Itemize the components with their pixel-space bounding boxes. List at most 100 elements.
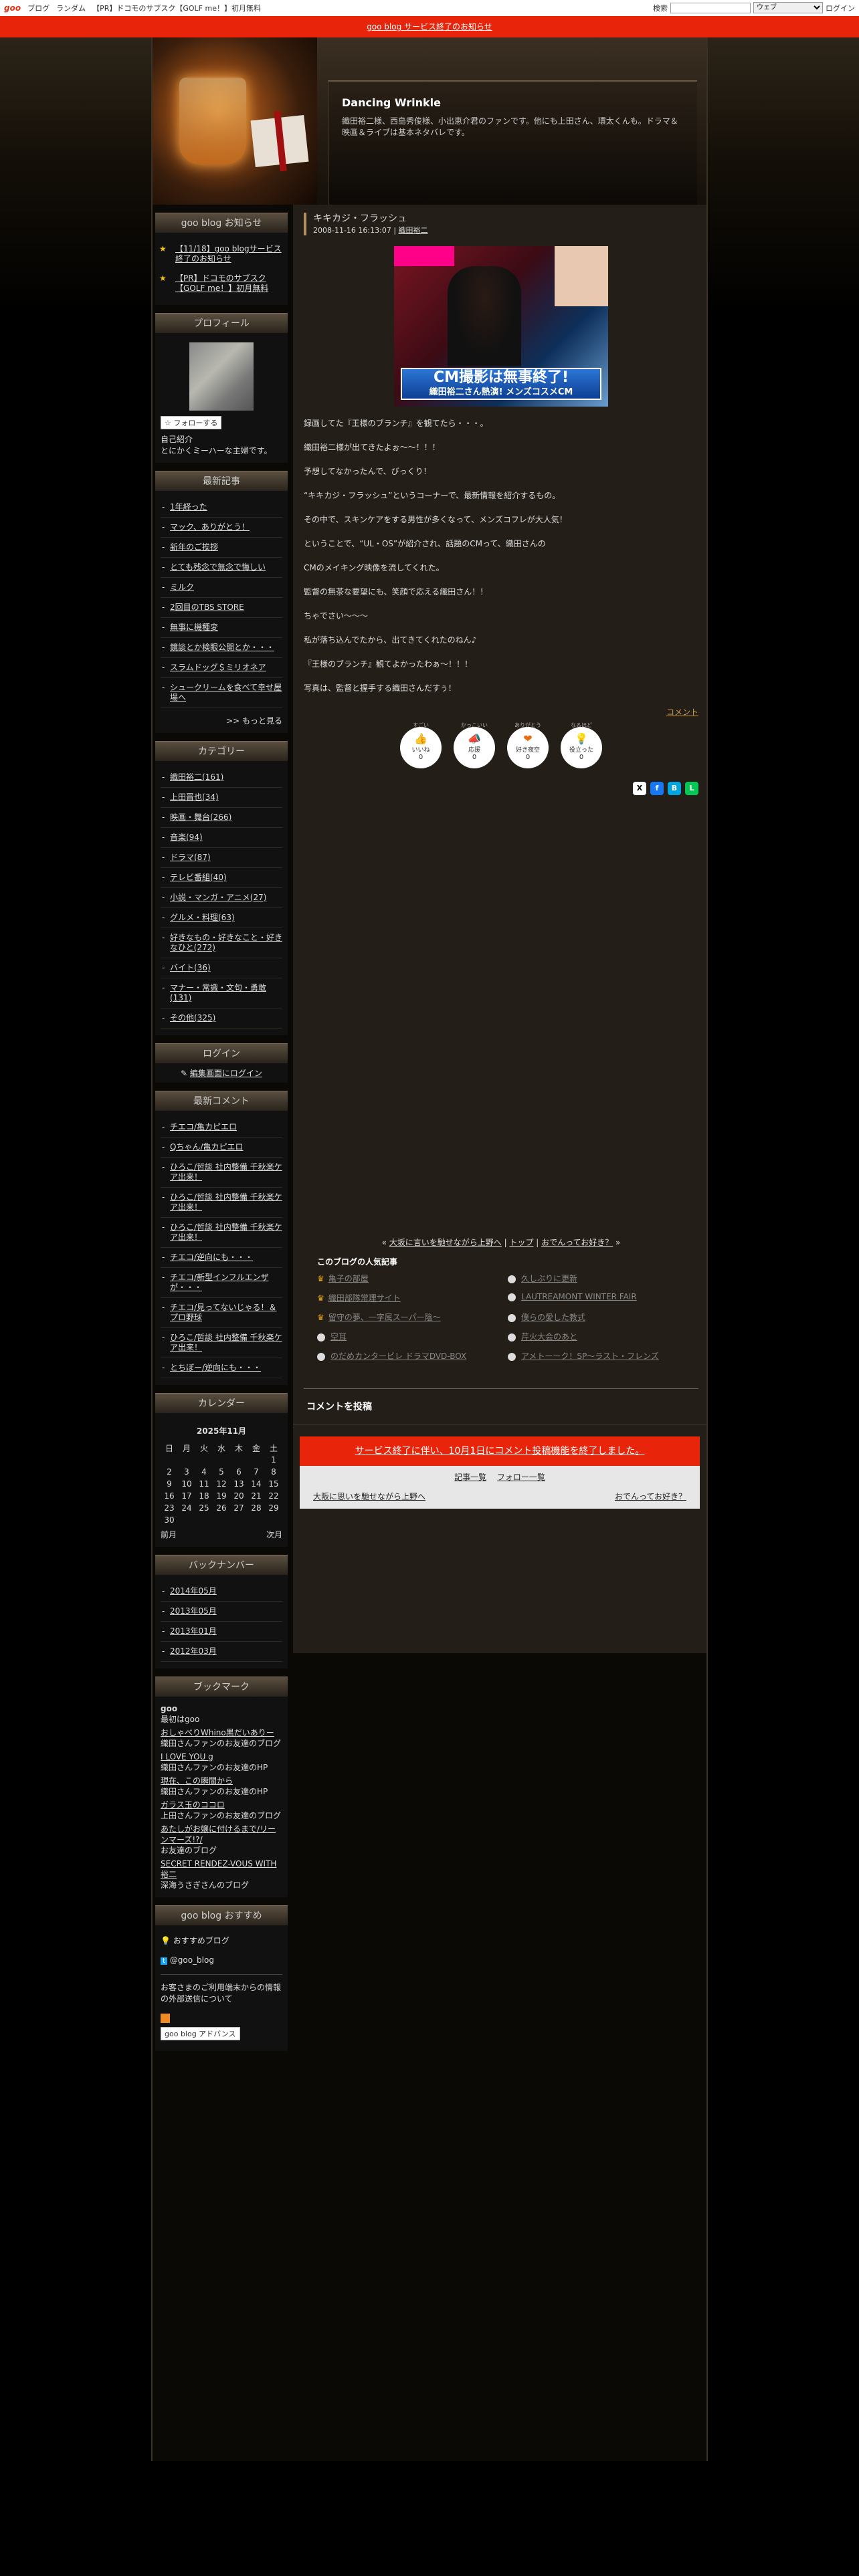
entry-photo[interactable]: CM撮影は無事終了! 織田裕二さん熱演! メンズコスメCM xyxy=(394,246,608,407)
latest-comment-link[interactable]: Qちゃん/亀カピエロ xyxy=(170,1142,244,1152)
recent-entry-link[interactable]: 1年経った xyxy=(170,502,207,512)
x-share-icon[interactable]: X xyxy=(633,782,646,795)
bookmark-link[interactable]: SECRET RENDEZ-VOUS WITH 裕二 xyxy=(161,1858,282,1880)
news-link[interactable]: 【11/18】goo blogサービス終了のお知らせ xyxy=(175,244,282,263)
prev-entry-link[interactable]: 大坂に言いを馳せながら上野へ xyxy=(389,1238,502,1247)
rss-icon[interactable] xyxy=(161,2014,170,2023)
avatar[interactable] xyxy=(189,342,254,411)
follow-button[interactable]: ☆ フォローする xyxy=(161,416,222,429)
latest-comment-link[interactable]: ひろこ/哲談 社内整備 千秋楽ケア出来！ xyxy=(170,1222,282,1242)
category-link[interactable]: 好きなもの・好きなこと・好きなひと(272) xyxy=(170,933,282,952)
blog-title[interactable]: Dancing Wrinkle xyxy=(342,96,684,109)
recent-entry-link[interactable]: 2回目のTBS STORE xyxy=(170,603,244,612)
recent-entry-link[interactable]: シュークリームを食べて幸せ屋場へ xyxy=(170,683,282,702)
recent-entry-link[interactable]: とても残念で無念で悔しい xyxy=(170,562,266,572)
recommended-blog-link[interactable]: おすすめブログ xyxy=(173,1936,229,1945)
category-link[interactable]: テレビ番組(40) xyxy=(170,873,227,882)
comment-link[interactable]: コメント xyxy=(666,708,698,717)
bookmark-link[interactable]: 現在、この瞬間から xyxy=(161,1776,282,1786)
advance-badge[interactable]: goo blog アドバンス xyxy=(161,2027,240,2040)
popular-link[interactable]: 空耳 xyxy=(330,1332,347,1341)
latest-comment-link[interactable]: ひろこ/哲談 社内整備 千秋楽ケア出来！ xyxy=(170,1333,282,1352)
backnumber-link[interactable]: 2014年05月 xyxy=(170,1586,217,1596)
comment-closed-link[interactable]: サービス終了に伴い、10月1日にコメント投稿機能を終了しました。 xyxy=(355,1446,645,1457)
recent-entry-link[interactable]: 鏡談とか検眼公開とか・・・ xyxy=(170,643,274,652)
calendar-day xyxy=(248,1454,265,1466)
popular-link[interactable]: LAUTREAMONT WINTER FAIR xyxy=(521,1292,637,1301)
service-end-notice-link[interactable]: goo blog サービス終了のお知らせ xyxy=(367,22,492,31)
bookmark-link[interactable]: あたしがお嬢に付けるまで/リーンマーズ!?/ xyxy=(161,1824,282,1845)
category-link[interactable]: 映画・舞台(266) xyxy=(170,813,231,822)
latest-comment-link[interactable]: チエコ/新型インフルエンザが・・・ xyxy=(170,1273,269,1292)
category-link[interactable]: 上田晋也(34) xyxy=(170,792,219,802)
backnumber-link[interactable]: 2013年01月 xyxy=(170,1626,217,1636)
latest-comment-link[interactable]: チエコ/亀カピエロ xyxy=(170,1122,237,1132)
bookmark-link[interactable]: ガラス玉のココロ xyxy=(161,1800,282,1810)
entry-paragraph: 『王様のブランチ』観てよかったわぁ～！！！ xyxy=(304,659,473,669)
popular-link[interactable]: 留守の夢、一字属スーパー陰～ xyxy=(328,1313,441,1322)
category-link[interactable]: バイト(36) xyxy=(170,963,211,972)
popular-link[interactable]: 僕らの愛した教式 xyxy=(521,1313,585,1322)
top-nav-link[interactable]: 【PR】ドコモのサブスク【GOLF me！】初月無料 xyxy=(92,4,261,13)
login-link[interactable]: ログイン xyxy=(826,3,855,13)
backnumber-link[interactable]: 2012年03月 xyxy=(170,1646,217,1656)
latest-comment-link[interactable]: とちぼー/逆向にも・・・ xyxy=(170,1363,261,1372)
latest-comment-link[interactable]: チエコ/逆向にも・・・ xyxy=(170,1253,253,1262)
bullet-icon xyxy=(508,1313,516,1322)
recent-entry-link[interactable]: スラムドッグ＄ミリオネア xyxy=(170,663,266,672)
sub-prev-entry-link[interactable]: 大阪に思いを馳せながら上野へ xyxy=(313,1491,425,1502)
line-share-icon[interactable]: L xyxy=(685,782,698,795)
entry-title[interactable]: キキカジ・フラッシュ xyxy=(304,213,698,225)
category-link[interactable]: その他(325) xyxy=(170,1013,215,1023)
popular-link[interactable]: アメトーーク！SP～ラスト・フレンズ xyxy=(521,1352,659,1361)
reaction-button[interactable]: かっこいい 📣 応援 0 xyxy=(454,722,495,768)
calendar-day: 6 xyxy=(236,1467,242,1477)
popular-link[interactable]: 亀子の部屋 xyxy=(328,1274,369,1283)
category-link[interactable]: ドラマ(87) xyxy=(170,853,211,862)
news-link[interactable]: 【PR】ドコモのサブスク【GOLF me！】初月無料 xyxy=(175,274,268,293)
latest-comment-link[interactable]: チエコ/見ってないじゃる！＆プロ野球 xyxy=(170,1303,276,1322)
bookmark-link[interactable]: I LOVE YOU g xyxy=(161,1751,282,1762)
entry-list-link[interactable]: 記事一覧 xyxy=(454,1473,486,1482)
goo-logo[interactable]: goo xyxy=(4,3,21,13)
category-link[interactable]: グルメ・料理(63) xyxy=(170,913,235,922)
more-entries-link[interactable]: >> もっと見る xyxy=(226,716,282,726)
recent-entry-link[interactable]: マック、ありがとう！ xyxy=(170,522,250,532)
privacy-link[interactable]: お客さまのご利用端末からの情報の外部送信について xyxy=(161,1983,281,2004)
popular-link[interactable]: のだめカンタービレ ドラマDVD-BOX xyxy=(330,1352,466,1361)
twitter-link[interactable]: @goo_blog xyxy=(170,1955,214,1965)
top-nav-link[interactable]: ブログ xyxy=(27,4,50,13)
reaction-button[interactable]: ありがとう ❤ 好き夜空 0 xyxy=(507,722,549,768)
category-link[interactable]: 小説・マンガ・アニメ(27) xyxy=(170,893,266,902)
calendar-next-link[interactable]: 次月 xyxy=(266,1529,282,1540)
reaction-button[interactable]: すごい 👍 いいね 0 xyxy=(400,722,442,768)
bookmark-link[interactable]: おしゃべりWhino黒だいありー xyxy=(161,1727,282,1738)
latest-comment-link[interactable]: ひろこ/哲談 社内整備 千秋楽ケア出来！ xyxy=(170,1162,282,1182)
popular-link[interactable]: 織田部隊常理サイト xyxy=(328,1293,401,1303)
recent-entry-link[interactable]: 新年のご挨拶 xyxy=(170,542,218,552)
calendar-day: 27 xyxy=(233,1503,244,1513)
search-input[interactable] xyxy=(670,2,751,13)
recent-entry-link[interactable]: ミルク xyxy=(170,582,194,592)
facebook-share-icon[interactable]: f xyxy=(650,782,664,795)
latest-comment-link[interactable]: ひろこ/哲談 社内整備 千秋楽ケア出来！ xyxy=(170,1192,282,1212)
category-link[interactable]: マナー・常識・文句・勇敢(131) xyxy=(170,983,266,1002)
reaction-count: 0 xyxy=(525,754,531,761)
search-scope-select[interactable]: ウェブ xyxy=(753,2,823,13)
top-link[interactable]: トップ xyxy=(509,1238,533,1247)
next-entry-link[interactable]: おでんってお好き？ xyxy=(541,1238,613,1247)
popular-link[interactable]: 久しぶりに更新 xyxy=(521,1274,577,1283)
recent-entry-link[interactable]: 無事に機種変 xyxy=(170,623,218,632)
popular-link[interactable]: 芹火大会のあと xyxy=(521,1332,577,1341)
edit-login-link[interactable]: 編集画面にログイン xyxy=(190,1069,262,1078)
hatena-share-icon[interactable]: B xyxy=(668,782,681,795)
category-link[interactable]: 音楽(94) xyxy=(170,833,203,842)
sub-next-entry-link[interactable]: おでんってお好き？ xyxy=(615,1491,686,1502)
reaction-button[interactable]: なるほど 💡 役立った 0 xyxy=(561,722,602,768)
top-nav-link[interactable]: ランダム xyxy=(56,4,86,13)
calendar-prev-link[interactable]: 前月 xyxy=(161,1529,177,1540)
entry-category-link[interactable]: 織田裕二 xyxy=(399,226,428,235)
backnumber-link[interactable]: 2013年05月 xyxy=(170,1606,217,1616)
follow-list-link[interactable]: フォロー一覧 xyxy=(497,1473,545,1482)
category-link[interactable]: 織田裕二(161) xyxy=(170,772,223,782)
